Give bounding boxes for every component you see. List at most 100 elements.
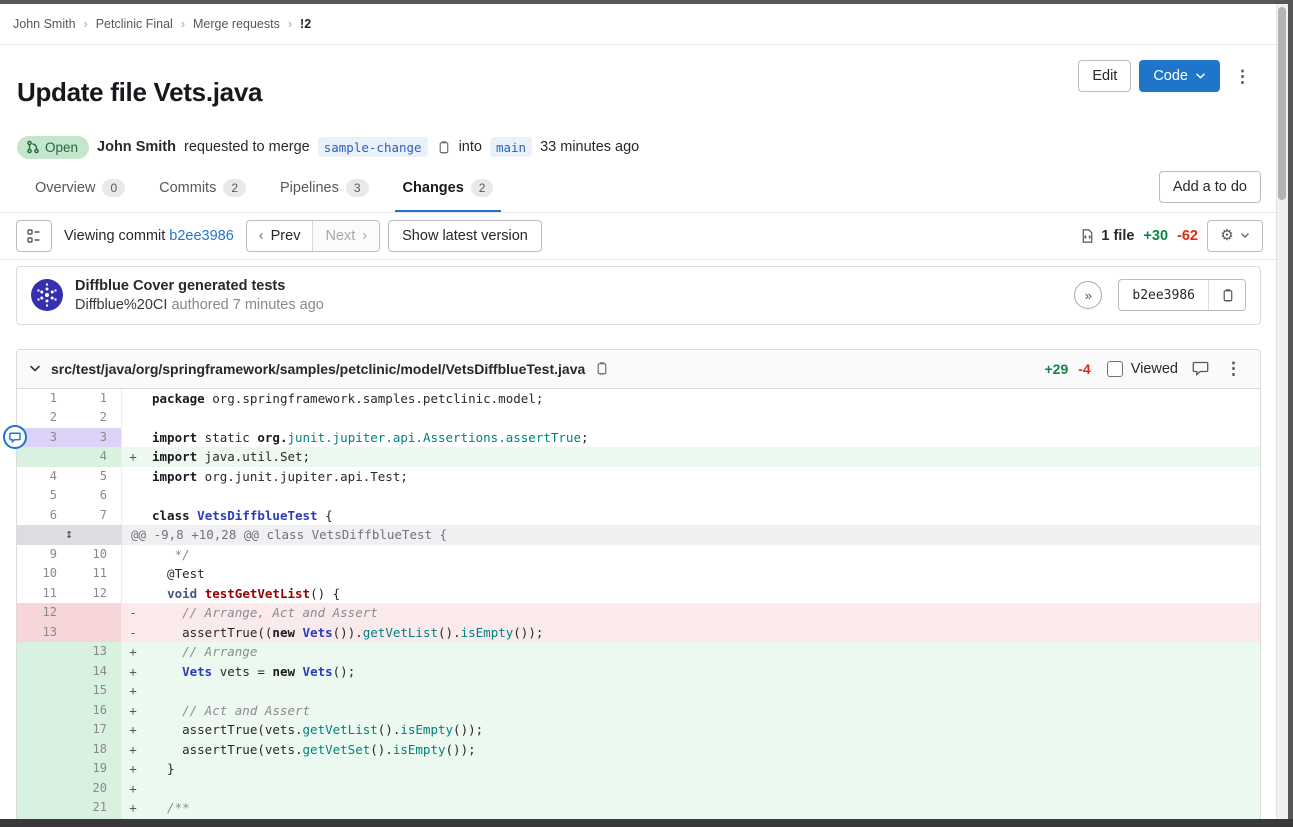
new-line-number[interactable]: 5 [73, 467, 121, 487]
diff-file-header: src/test/java/org/springframework/sample… [17, 350, 1260, 389]
breadcrumb-item[interactable]: John Smith [13, 17, 76, 31]
new-line-number[interactable]: 2 [73, 408, 121, 428]
commit-navigation-bar: Viewing commit b2ee3986 ‹ Prev Next › Sh… [0, 213, 1277, 260]
old-line-number[interactable]: 4 [17, 467, 73, 487]
code-line: import org.junit.jupiter.api.Test; [144, 467, 1260, 487]
old-line-number[interactable] [17, 798, 73, 818]
tab-count-badge: 2 [223, 179, 246, 197]
copy-branch-icon[interactable] [436, 140, 451, 155]
old-line-number[interactable]: 5 [17, 486, 73, 506]
new-line-number[interactable]: 4 [73, 447, 121, 467]
mr-options-kebab-icon[interactable]: ⋮ [1228, 68, 1257, 85]
diff-settings-button[interactable]: ⚙ [1207, 220, 1263, 252]
collapse-file-chevron-icon[interactable] [29, 364, 41, 373]
new-line-number[interactable]: 11 [73, 564, 121, 584]
code-line: // Arrange, Act and Assert [144, 603, 1260, 623]
new-line-number[interactable]: 16 [73, 701, 121, 721]
add-todo-wrap: Add a to do [1159, 171, 1261, 212]
new-line-number[interactable]: 3 [73, 428, 121, 448]
new-line-number[interactable]: 13 [73, 642, 121, 662]
new-line-number[interactable]: 6 [73, 486, 121, 506]
old-line-number[interactable] [17, 701, 73, 721]
source-branch-label[interactable]: sample-change [318, 137, 428, 157]
old-line-number[interactable]: 12 [17, 603, 73, 623]
commit-text-block: Diffblue Cover generated tests Diffblue%… [75, 278, 324, 313]
new-line-number[interactable]: 19 [73, 759, 121, 779]
old-line-number[interactable]: 2 [17, 408, 73, 428]
author-link[interactable]: John Smith [97, 139, 176, 155]
new-line-number[interactable] [73, 623, 121, 643]
prev-button[interactable]: ‹ Prev [247, 221, 314, 251]
diff-sign: + [121, 759, 144, 779]
scrollbar-track[interactable] [1276, 4, 1288, 819]
new-line-number[interactable]: 14 [73, 662, 121, 682]
add-a-to-do-button[interactable]: Add a to do [1159, 171, 1261, 203]
tab-commits[interactable]: Commits2 [151, 167, 254, 212]
breadcrumb-item[interactable]: Merge requests [193, 17, 280, 31]
new-line-number[interactable]: 1 [73, 389, 121, 409]
old-line-number[interactable] [17, 662, 73, 682]
tab-overview[interactable]: Overview0 [27, 167, 133, 212]
breadcrumb-item[interactable]: Petclinic Final [96, 17, 173, 31]
target-branch-label[interactable]: main [490, 137, 532, 157]
old-line-number[interactable] [17, 447, 73, 467]
new-line-number[interactable] [73, 603, 121, 623]
old-line-number[interactable]: 1 [17, 389, 73, 409]
commit-title[interactable]: Diffblue Cover generated tests [75, 278, 324, 294]
file-path[interactable]: src/test/java/org/springframework/sample… [51, 361, 585, 377]
tab-pipelines[interactable]: Pipelines3 [272, 167, 377, 212]
old-line-number[interactable] [17, 720, 73, 740]
edit-button[interactable]: Edit [1078, 60, 1131, 92]
comment-file-icon[interactable] [1192, 361, 1209, 376]
tab-label: Pipelines [280, 180, 339, 196]
old-line-number[interactable] [17, 779, 73, 799]
diff-sign [121, 584, 144, 604]
file-tree-toggle-button[interactable] [16, 220, 52, 252]
new-line-number[interactable]: 20 [73, 779, 121, 799]
copy-commit-sha-button[interactable] [1208, 280, 1245, 310]
next-button[interactable]: Next › [313, 221, 379, 251]
tab-changes[interactable]: Changes2 [395, 167, 502, 212]
old-line-number[interactable]: 13 [17, 623, 73, 643]
new-line-number[interactable]: 12 [73, 584, 121, 604]
file-tree-icon [26, 228, 42, 244]
new-line-number[interactable]: 15 [73, 681, 121, 701]
new-line-number[interactable]: 17 [73, 720, 121, 740]
code-line: assertTrue((new Vets()).getVetList().isE… [144, 623, 1260, 643]
commit-byline: Diffblue%20CI authored 7 minutes ago [75, 297, 324, 313]
mr-tabs: Overview0 Commits2 Pipelines3 Changes2 Add … [0, 159, 1277, 213]
copy-file-path-icon[interactable] [594, 361, 609, 376]
new-line-number[interactable]: 7 [73, 506, 121, 526]
diff-sign [121, 564, 144, 584]
diff-stats-cluster: 1 file +30 -62 ⚙ [1080, 220, 1263, 252]
old-line-number[interactable] [17, 681, 73, 701]
diff-sign: + [121, 681, 144, 701]
diff-row: 14+ Vets vets = new Vets(); [17, 662, 1260, 682]
new-line-number[interactable]: 10 [73, 545, 121, 565]
viewing-commit-sha-link[interactable]: b2ee3986 [169, 228, 234, 244]
total-additions-count: +30 [1143, 228, 1168, 244]
old-line-number[interactable]: 11 [17, 584, 73, 604]
new-line-number[interactable]: 21 [73, 798, 121, 818]
old-line-number[interactable] [17, 759, 73, 779]
file-options-kebab-icon[interactable]: ⋮ [1219, 360, 1248, 377]
mr-header: Update file Vets.java Edit Code ⋮ [0, 45, 1277, 127]
collapse-chevrons-icon[interactable]: » [1074, 281, 1102, 309]
viewed-checkbox[interactable] [1107, 361, 1123, 377]
old-line-number[interactable]: 9 [17, 545, 73, 565]
file-additions-count: +29 [1045, 361, 1069, 377]
old-line-number[interactable]: 6 [17, 506, 73, 526]
show-latest-version-button[interactable]: Show latest version [388, 220, 542, 252]
code-line [144, 779, 1260, 799]
scrollbar-thumb[interactable] [1278, 7, 1286, 200]
diff-sign: - [121, 623, 144, 643]
file-code-icon [1080, 228, 1095, 244]
old-line-number[interactable] [17, 740, 73, 760]
new-line-number[interactable]: 18 [73, 740, 121, 760]
code-line: */ [144, 545, 1260, 565]
commit-author-name[interactable]: Diffblue%20CI [75, 297, 167, 313]
code-button[interactable]: Code [1139, 60, 1220, 92]
old-line-number[interactable]: 10 [17, 564, 73, 584]
old-line-number[interactable] [17, 642, 73, 662]
expand-lines-icon[interactable]: ↕ [17, 525, 121, 545]
